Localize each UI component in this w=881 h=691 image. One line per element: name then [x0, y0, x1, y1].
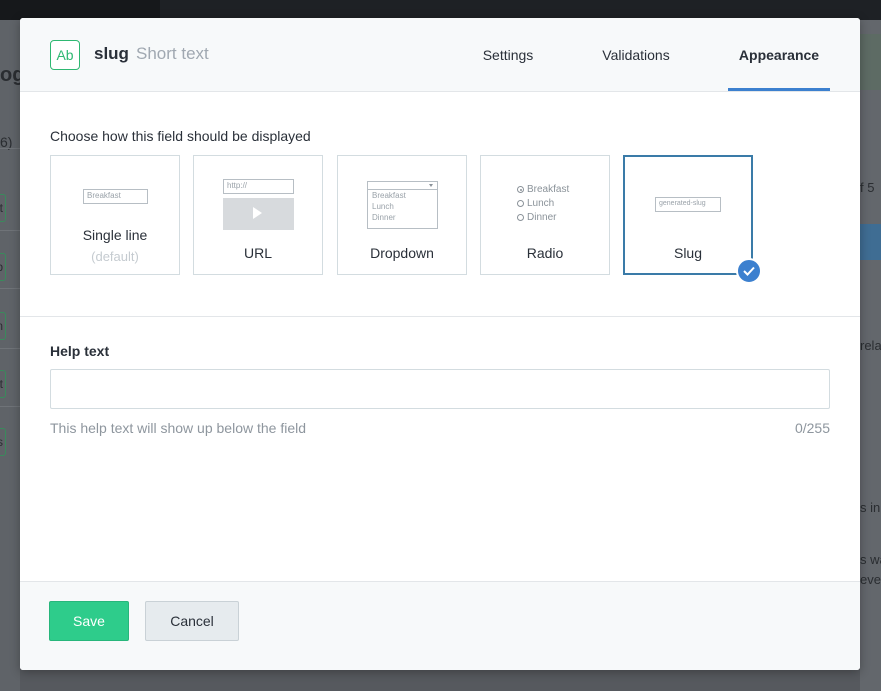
background-right-panel: f 5 rela s in s wa eve — [860, 20, 881, 691]
radio-preview-item: Breakfast — [527, 184, 570, 195]
field-type-label: Short text — [136, 44, 209, 63]
appearance-option-radio[interactable]: Breakfast Lunch Dinner Radio — [480, 155, 610, 275]
background-text: f 5 — [860, 180, 875, 195]
background-text: s in — [860, 500, 881, 515]
field-name: slug — [94, 44, 129, 63]
url-preview-input: http:// — [223, 179, 294, 194]
modal-footer: Save Cancel — [20, 581, 860, 670]
video-preview-icon — [223, 198, 294, 230]
dropdown-preview-item: Dinner — [372, 213, 396, 222]
background-badge: t — [0, 194, 6, 222]
short-text-field-icon: Ab — [50, 40, 80, 70]
option-label: Dropdown — [370, 245, 434, 261]
dropdown-preview: Breakfast Lunch Dinner — [367, 181, 438, 229]
background-badge: n — [0, 312, 6, 340]
option-label: URL — [243, 245, 272, 261]
help-text-hint: This help text will show up below the fi… — [50, 420, 307, 436]
selected-check-icon — [736, 258, 762, 284]
background-text: rela — [860, 338, 881, 353]
background-badge: b — [0, 253, 6, 281]
appearance-option-slug[interactable]: generated-slug Slug — [623, 155, 753, 275]
dropdown-preview-item: Breakfast — [372, 191, 406, 200]
option-label: Single line — [82, 227, 148, 243]
tab-settings[interactable]: Settings — [460, 18, 556, 92]
radio-icon — [517, 186, 524, 193]
active-tab-indicator — [728, 88, 830, 91]
option-label: Radio — [526, 245, 564, 261]
background-text: eve — [860, 572, 881, 587]
slug-preview: generated-slug — [655, 197, 721, 212]
single-line-preview: Breakfast — [83, 189, 148, 204]
background-text: s wa — [860, 552, 881, 567]
save-button[interactable]: Save — [49, 601, 129, 641]
dropdown-preview-item: Lunch — [372, 202, 394, 211]
background-badge: s — [0, 428, 6, 456]
cancel-button[interactable]: Cancel — [145, 601, 239, 641]
background-badge: t — [0, 370, 6, 398]
background-left-panel: og 6) t b n t s — [0, 20, 24, 691]
radio-icon — [517, 200, 524, 207]
option-sublabel: (default) — [91, 249, 139, 264]
background-topbar — [0, 0, 881, 20]
help-text-label: Help text — [50, 343, 110, 359]
tab-appearance[interactable]: Appearance — [728, 18, 830, 92]
field-settings-modal: Ab slug Short text Settings Validations … — [20, 18, 860, 670]
modal-header: Ab slug Short text Settings Validations … — [20, 18, 860, 92]
radio-preview-item: Dinner — [527, 212, 557, 223]
appearance-option-single-line[interactable]: Breakfast Single line (default) — [50, 155, 180, 275]
appearance-option-url[interactable]: http:// URL — [193, 155, 323, 275]
radio-preview-item: Lunch — [527, 198, 555, 209]
radio-preview: Breakfast Lunch Dinner — [517, 183, 569, 225]
character-counter: 0/255 — [794, 420, 830, 436]
section-divider — [20, 316, 860, 317]
appearance-prompt: Choose how this field should be displaye… — [50, 128, 311, 144]
tab-validations[interactable]: Validations — [586, 18, 686, 92]
chevron-down-icon — [368, 182, 437, 190]
radio-icon — [517, 214, 524, 221]
help-text-input[interactable] — [50, 369, 830, 409]
appearance-option-dropdown[interactable]: Breakfast Lunch Dinner Dropdown — [337, 155, 467, 275]
option-label: Slug — [673, 245, 703, 261]
